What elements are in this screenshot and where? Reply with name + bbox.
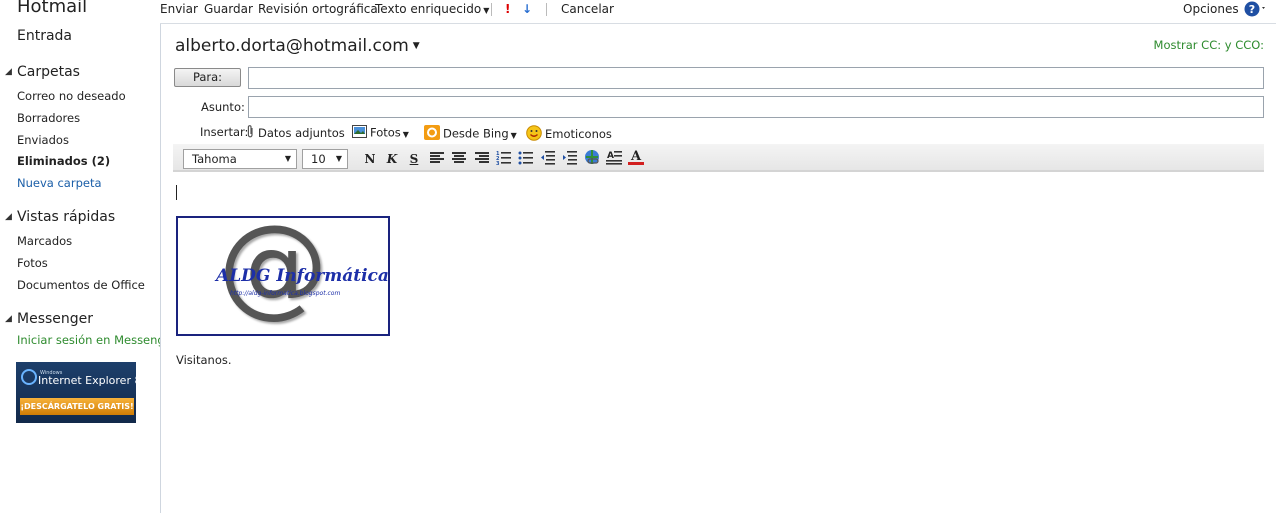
bing-icon [424,125,440,143]
svg-text:3: 3 [496,161,500,165]
ad-download-button[interactable]: ¡DESCÁRGATELO GRATIS! [20,398,134,415]
insert-label: Insertar: [200,125,249,139]
folders-header-label: Carpetas [17,64,80,80]
insert-emoticons-label: Emoticonos [545,127,612,141]
show-cc-bcc-link[interactable]: Mostrar CC: y CCO: [1154,38,1264,52]
text-cursor [176,185,177,200]
formatting-toolbar: Tahoma ▼ 10 ▼ N K S 123 A A [173,144,1264,172]
subject-label: Asunto: [201,100,245,114]
compose-toolbar: Enviar Guardar Revisión ortográfica Text… [160,0,1276,20]
logo-title: ALDG Informática [216,266,389,286]
sidebar-item-drafts[interactable]: Borradores [17,111,80,125]
high-importance-icon[interactable]: ! [505,2,510,16]
insert-emoticons-button[interactable]: Emoticonos [526,125,612,144]
logo-url: http://aldg-informatica.blogspot.com [230,290,341,297]
insert-photos-button[interactable]: Fotos ▼ [352,125,409,141]
quick-views-header[interactable]: ◢ Vistas rápidas [5,209,115,225]
to-button[interactable]: Para: [174,68,241,87]
collapse-triangle-icon: ◢ [5,314,12,324]
decrease-indent-icon[interactable] [540,149,556,165]
sidebar-item-flagged[interactable]: Marcados [17,234,72,248]
photo-icon [352,125,367,141]
chevron-down-icon: ▼ [284,154,291,163]
send-button[interactable]: Enviar [160,2,198,16]
highlight-color-icon[interactable]: A [606,149,622,165]
align-right-icon[interactable] [475,152,489,164]
smiley-icon [526,125,542,144]
sidebar-item-photos[interactable]: Fotos [17,256,48,270]
toolbar-divider [160,23,1276,24]
sidebar-item-deleted[interactable]: Eliminados (2) [17,154,110,168]
bold-button[interactable]: N [362,151,378,167]
toolbar-separator [491,3,492,16]
rich-text-label: Texto enriquecido [375,2,482,16]
insert-link-icon[interactable] [584,149,600,165]
chevron-down-icon: ▼ [335,154,342,163]
svg-text:A: A [630,149,642,164]
messenger-login-link[interactable]: Iniciar sesión en Messenger [17,333,160,347]
quick-views-header-label: Vistas rápidas [17,209,116,225]
ad-product-name: Internet Explorer 8 [38,374,142,387]
align-center-icon[interactable] [452,152,466,164]
insert-from-bing-label: Desde Bing [443,126,509,141]
svg-text:?: ? [1249,3,1255,16]
sidebar-item-inbox[interactable]: Entrada [17,28,72,44]
insert-photos-label: Fotos [370,125,401,140]
chevron-down-icon: ▼ [412,41,420,51]
chevron-down-icon: ▼ [510,130,517,140]
increase-indent-icon[interactable] [562,149,578,165]
sidebar-divider [160,24,161,513]
sidebar-item-office-docs[interactable]: Documentos de Office [17,278,145,292]
attach-files-button[interactable]: Datos adjuntos [247,125,345,142]
low-importance-icon[interactable]: ↓ [522,2,532,16]
paperclip-icon [247,125,255,142]
embedded-logo-image[interactable]: @ ALDG Informática http://aldg-informati… [176,216,390,336]
hotmail-logo[interactable]: Hotmail [17,0,87,17]
from-address: alberto.dorta@hotmail.com [175,36,409,56]
subject-input[interactable] [248,96,1264,118]
cancel-button[interactable]: Cancelar [561,2,614,16]
chevron-down-icon: ▼ [483,6,490,15]
italic-button[interactable]: K [384,151,400,167]
to-input[interactable] [248,67,1264,89]
sidebar: Hotmail Entrada ◢ Carpetas Correo no des… [0,0,160,513]
message-body-text[interactable]: Visitanos. [176,353,232,367]
new-folder-link[interactable]: Nueva carpeta [17,176,102,190]
messenger-header[interactable]: ◢ Messenger [5,311,93,327]
font-color-icon[interactable]: A [628,148,644,165]
options-menu[interactable]: Opciones [1183,2,1239,16]
align-left-icon[interactable] [430,152,444,164]
collapse-triangle-icon: ◢ [5,67,12,77]
save-button[interactable]: Guardar [204,2,253,16]
numbered-list-icon[interactable]: 123 [496,149,512,167]
svg-text:A: A [607,151,614,161]
messenger-header-label: Messenger [17,311,94,327]
underline-button[interactable]: S [406,151,422,167]
rich-text-dropdown[interactable]: Texto enriquecido ▼ [375,2,489,16]
from-account-selector[interactable]: alberto.dorta@hotmail.com ▼ [175,36,420,56]
font-size-select[interactable]: 10 ▼ [302,149,348,169]
attach-files-label: Datos adjuntos [258,126,345,140]
sidebar-item-junk[interactable]: Correo no deseado [17,89,126,103]
sidebar-item-sent[interactable]: Enviados [17,133,69,147]
chevron-down-icon: ▼ [402,129,409,139]
toolbar-separator [546,3,547,16]
ie8-ad-banner[interactable]: Windows Internet Explorer 8 ¡DESCÁRGATEL… [16,362,141,423]
collapse-triangle-icon: ◢ [5,212,12,222]
font-family-value: Tahoma [192,152,237,166]
ie-logo-icon [21,369,37,385]
font-size-value: 10 [311,152,326,166]
help-icon[interactable]: ? [1244,1,1268,20]
font-family-select[interactable]: Tahoma ▼ [183,149,297,169]
folders-header[interactable]: ◢ Carpetas [5,64,80,80]
bulleted-list-icon[interactable] [518,149,534,165]
insert-from-bing-button[interactable]: Desde Bing ▼ [424,125,517,143]
spellcheck-button[interactable]: Revisión ortográfica [258,2,378,16]
